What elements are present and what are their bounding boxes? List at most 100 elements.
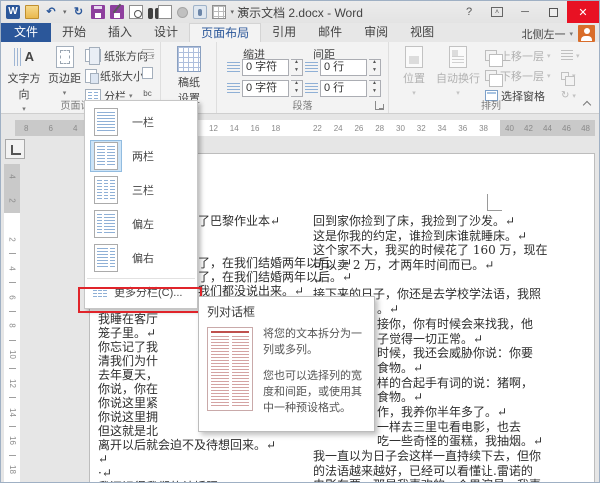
ruler-number: 40 <box>505 124 514 133</box>
ruler-number: 14 <box>8 408 17 417</box>
indent-right-field[interactable]: 0 字符 <box>242 80 289 97</box>
three-columns-icon <box>90 174 122 206</box>
new-document-icon[interactable] <box>158 5 172 19</box>
find-icon[interactable] <box>148 8 153 19</box>
tab-view[interactable]: 视图 <box>399 23 445 42</box>
bring-forward-button[interactable]: 上移一层 ▾ <box>485 46 551 65</box>
undo-icon[interactable]: ↶ <box>44 5 58 19</box>
doc-line: 作，我养你半年多了。↵ <box>377 405 565 420</box>
doc-line: ·↵ <box>98 466 304 480</box>
avatar[interactable] <box>578 25 595 42</box>
tab-design[interactable]: 设计 <box>143 23 189 42</box>
paper-size-label: 纸张大小 <box>100 68 144 84</box>
group-arrange: 位置 ▾ 自动换行 ▾ 上移一层 ▾ 下移一层 ▾ 选择窗格 <box>389 42 593 113</box>
ruler-number: 34 <box>438 124 447 133</box>
redo-icon[interactable]: ↻ <box>72 5 86 19</box>
columns-dropdown-menu: 一栏 两栏 三栏 偏左 偏右 更 <box>84 100 198 309</box>
ruler-number: 46 <box>562 124 571 133</box>
record-icon[interactable] <box>177 7 188 18</box>
save-icon[interactable] <box>91 5 105 19</box>
open-folder-icon[interactable] <box>25 5 39 19</box>
doc-line: 样的合起手有词的说：猪啊， <box>377 376 565 391</box>
doc-line: 了巴黎作业本↵ <box>198 214 304 228</box>
ribbon-display-options-button[interactable]: ˄ <box>483 1 511 23</box>
doc-line: 这是你我的约定，谁捡到床谁就睡床。↵ <box>313 229 565 244</box>
doc-line: 了，在我们结婚两年以后。↵ <box>198 256 304 270</box>
collapse-ribbon-button[interactable] <box>583 100 591 108</box>
menu-item-two-columns[interactable]: 两栏 <box>85 139 197 173</box>
help-button[interactable]: ? <box>455 1 483 23</box>
ruler-number: 12 <box>8 379 17 388</box>
align-button[interactable]: ▾ <box>561 46 580 65</box>
doc-line: 回到家你捡到了床，我捡到了沙发。↵ <box>313 214 565 229</box>
maximize-button[interactable] <box>539 1 567 23</box>
close-button[interactable]: ✕ <box>567 1 599 23</box>
chevron-down-icon: ▾ <box>456 90 460 97</box>
tab-page-layout[interactable]: 页面布局 <box>189 23 261 42</box>
undo-dropdown-icon[interactable]: ▾ <box>63 8 67 16</box>
breaks-button[interactable] <box>139 46 156 62</box>
touch-mode-icon[interactable] <box>193 5 207 19</box>
indent-left-stepper[interactable]: ▲▼ <box>291 59 303 76</box>
group-objects-icon <box>561 72 569 80</box>
indent-left-icon <box>227 62 240 73</box>
account-menu[interactable]: 北侧左一 ▾ <box>521 26 573 42</box>
menu-item-one-column[interactable]: 一栏 <box>85 105 197 139</box>
tab-references[interactable]: 引用 <box>261 23 307 42</box>
customize-qat-icon[interactable]: ▾ <box>239 8 249 16</box>
line-numbers-button[interactable] <box>139 65 156 81</box>
tab-selector[interactable] <box>5 139 25 159</box>
doc-line: 离开以后就会迫不及待想回来。↵ <box>98 438 304 452</box>
minimize-button[interactable]: ─ <box>511 1 539 23</box>
ruler-number: 48 <box>581 124 590 133</box>
bring-forward-label: 上移一层 <box>500 48 544 64</box>
indent-right-stepper[interactable]: ▲▼ <box>291 80 303 97</box>
margins-button[interactable]: 页边距 ▾ <box>46 45 83 98</box>
spacing-before-stepper[interactable]: ▲▼ <box>369 59 381 76</box>
print-preview-icon[interactable] <box>129 5 143 19</box>
left-column-icon <box>90 208 122 240</box>
ribbon-tab-row: 文件 开始 插入 设计 页面布局 引用 邮件 审阅 视图 北侧左一 ▾ <box>1 23 599 42</box>
send-backward-button[interactable]: 下移一层 ▾ <box>485 66 551 85</box>
doc-line: ↵ <box>98 452 304 466</box>
spacing-after-stepper[interactable]: ▲▼ <box>369 80 381 97</box>
doc-line: 这个家不大，我买的时候花了 160 万，现在 <box>313 243 565 258</box>
menu-item-left[interactable]: 偏左 <box>85 207 197 241</box>
align-icon <box>561 50 573 61</box>
tab-insert[interactable]: 插入 <box>97 23 143 42</box>
ruler-number: 2 <box>7 237 16 241</box>
paragraph-dialog-launcher[interactable] <box>375 101 384 110</box>
group-objects-button[interactable]: ▾ <box>561 66 576 85</box>
ruler-number: 44 <box>543 124 552 133</box>
menu-separator <box>87 278 195 279</box>
indent-left-field[interactable]: 0 字符 <box>242 59 289 76</box>
doc-line: 吃一些奇怪的蛋糕，我抽烟。↵ <box>377 434 565 449</box>
ruler-number: 4 <box>7 174 16 178</box>
text-direction-icon <box>13 46 35 68</box>
save-edit-icon[interactable] <box>110 5 124 19</box>
wrap-text-icon <box>449 46 467 68</box>
tab-review[interactable]: 审阅 <box>353 23 399 42</box>
tab-home[interactable]: 开始 <box>51 23 97 42</box>
chevron-down-icon: ▾ <box>547 52 551 60</box>
spacing-after-field[interactable]: 0 行 <box>320 80 367 97</box>
wrap-text-button[interactable]: 自动换行 ▾ <box>435 45 481 98</box>
doc-line: 的法语越来越好，已经可以看懂让.雷诺的 <box>313 464 565 479</box>
tab-file[interactable]: 文件 <box>1 23 51 42</box>
doc-line: 子觉得一切正常。↵ <box>377 332 565 347</box>
position-button[interactable]: 位置 ▾ <box>395 45 433 98</box>
ruler-number: 10 <box>8 350 17 359</box>
chevron-down-icon: ▾ <box>63 90 67 97</box>
menu-item-right[interactable]: 偏右 <box>85 241 197 275</box>
spacing-before-field[interactable]: 0 行 <box>320 59 367 76</box>
ruler-number: 32 <box>417 124 426 133</box>
menu-item-label: 偏左 <box>132 216 154 232</box>
menu-item-three-columns[interactable]: 三栏 <box>85 173 197 207</box>
ruler-number: 18 <box>271 124 280 133</box>
line-numbers-icon <box>142 67 153 79</box>
grid-dropdown-icon[interactable]: ▾ <box>231 8 235 16</box>
ruler-number: 22 <box>313 124 322 133</box>
grid-table-icon[interactable] <box>212 5 226 19</box>
tab-mailings[interactable]: 邮件 <box>307 23 353 42</box>
menu-item-label: 两栏 <box>132 148 154 164</box>
